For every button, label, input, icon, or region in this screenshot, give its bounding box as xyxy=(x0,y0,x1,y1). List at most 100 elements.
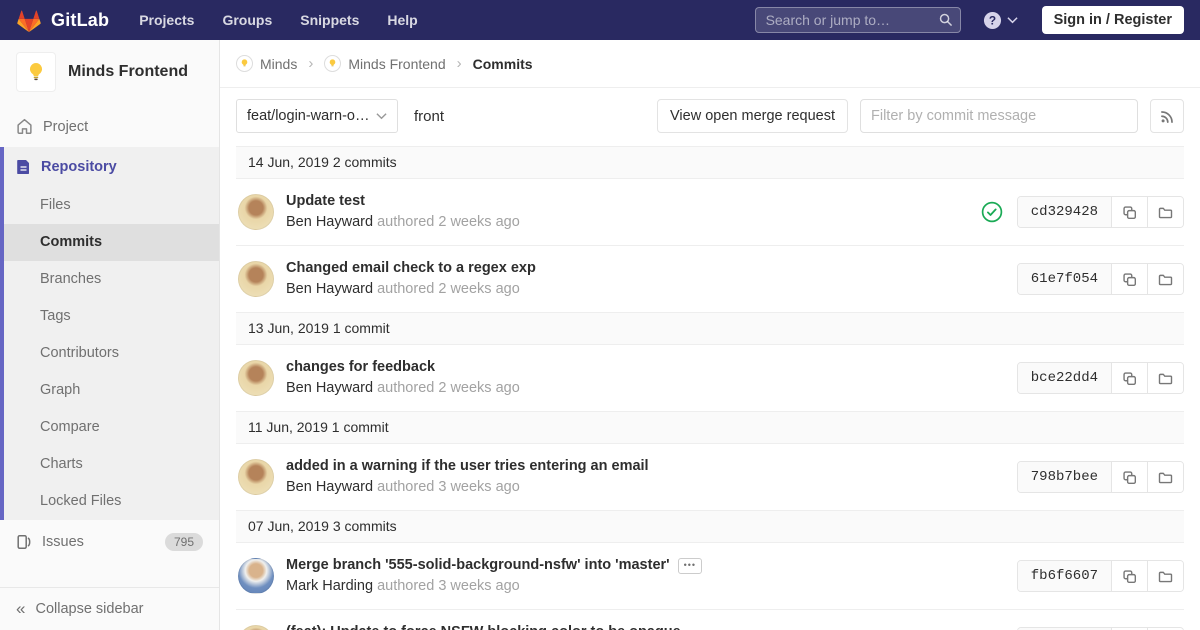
browse-files-button[interactable] xyxy=(1147,462,1183,492)
navbar-link-groups[interactable]: Groups xyxy=(222,12,272,28)
copy-sha-button[interactable] xyxy=(1111,264,1147,294)
sidebar-subitem-tags[interactable]: Tags xyxy=(4,298,219,335)
commit-authored-time: authored 3 weeks ago xyxy=(377,578,520,594)
commit-group: 07 Jun, 2019 3 commits Merge branch '555… xyxy=(236,510,1184,630)
sidebar-item-repository[interactable]: Repository xyxy=(4,147,219,187)
commit-author-link[interactable]: Ben Hayward xyxy=(286,380,373,396)
commit-sha-group: 798b7bee xyxy=(1016,461,1184,493)
commits-feed-button[interactable] xyxy=(1150,99,1184,133)
commit-info: Changed email check to a regex exp Ben H… xyxy=(286,259,536,299)
browse-files-button[interactable] xyxy=(1147,561,1183,591)
sidebar-subitem-compare[interactable]: Compare xyxy=(4,409,219,446)
svg-text:?: ? xyxy=(988,13,995,27)
author-avatar[interactable] xyxy=(238,459,274,495)
browse-files-button[interactable] xyxy=(1147,197,1183,227)
gitlab-home-link[interactable]: GitLab xyxy=(16,8,109,33)
commit-title-link[interactable]: Merge branch '555-solid-background-nsfw'… xyxy=(286,556,670,575)
sidebar-subitem-commits[interactable]: Commits xyxy=(4,224,219,261)
author-avatar[interactable] xyxy=(238,360,274,396)
commit-sha-group: 61e7f054 xyxy=(1016,263,1184,295)
commit-date-header: 13 Jun, 2019 1 commit xyxy=(236,312,1184,345)
main-content: Minds › Minds Frontend › Commits feat/lo… xyxy=(220,40,1200,630)
browse-files-button[interactable] xyxy=(1147,363,1183,393)
project-avatar xyxy=(16,52,56,92)
commit-author-link[interactable]: Ben Hayward xyxy=(286,281,373,297)
pipeline-status-passed-icon[interactable] xyxy=(981,201,1003,223)
author-avatar[interactable] xyxy=(238,625,274,630)
commit-sha-group: fb6f6607 xyxy=(1016,560,1184,592)
commit-title-link[interactable]: Changed email check to a regex exp xyxy=(286,259,536,278)
breadcrumb-current: Commits xyxy=(472,55,533,72)
breadcrumb-label: Minds Frontend xyxy=(348,55,446,72)
commit-sha-group: cd329428 xyxy=(1016,196,1184,228)
commit-sha-link[interactable]: fb6f6607 xyxy=(1017,561,1111,591)
filter-commit-message-input[interactable] xyxy=(860,99,1138,133)
sidebar-item-project[interactable]: Project xyxy=(0,106,219,147)
sidebar-item-issues[interactable]: Issues 795 xyxy=(0,520,219,564)
breadcrumb-item-minds[interactable]: Minds xyxy=(236,55,297,72)
browse-files-button[interactable] xyxy=(1147,264,1183,294)
collapse-sidebar-button[interactable]: « Collapse sidebar xyxy=(0,587,219,630)
commit-title-link[interactable]: changes for feedback xyxy=(286,358,435,377)
commit-sha-link[interactable]: bce22dd4 xyxy=(1017,363,1111,393)
author-avatar[interactable] xyxy=(238,194,274,230)
ellipsis-icon: ••• xyxy=(683,560,697,570)
folder-icon xyxy=(1158,470,1173,485)
search-input[interactable] xyxy=(754,7,961,33)
top-navbar: GitLab Projects Groups Snippets Help ? Sign… xyxy=(0,0,1200,40)
author-avatar[interactable] xyxy=(238,558,274,594)
commit-author-link[interactable]: Mark Harding xyxy=(286,578,373,594)
commit-row: changes for feedback Ben Hayward authore… xyxy=(236,345,1184,411)
commit-date-header: 07 Jun, 2019 3 commits xyxy=(236,510,1184,543)
copy-icon xyxy=(1122,569,1137,584)
commit-group-rows: Merge branch '555-solid-background-nsfw'… xyxy=(236,543,1184,630)
sidebar-subitem-contributors[interactable]: Contributors xyxy=(4,335,219,372)
commit-author-link[interactable]: Ben Hayward xyxy=(286,479,373,495)
navbar-link-snippets[interactable]: Snippets xyxy=(300,12,359,28)
navbar-link-help[interactable]: Help xyxy=(387,12,417,28)
branch-selector-dropdown[interactable]: feat/login-warn-o… xyxy=(236,99,398,133)
commit-sha-link[interactable]: cd329428 xyxy=(1017,197,1111,227)
sidebar-subitem-charts[interactable]: Charts xyxy=(4,446,219,483)
view-open-merge-request-button[interactable]: View open merge request xyxy=(657,99,848,133)
commit-sha-link[interactable]: 798b7bee xyxy=(1017,462,1111,492)
document-icon xyxy=(16,159,31,175)
commit-sha-link[interactable]: 61e7f054 xyxy=(1017,264,1111,294)
commit-title-link[interactable]: Update test xyxy=(286,192,365,211)
commit-title-link[interactable]: added in a warning if the user tries ent… xyxy=(286,457,649,476)
commit-actions: 798b7bee xyxy=(1016,461,1184,493)
copy-sha-button[interactable] xyxy=(1111,197,1147,227)
project-context-header[interactable]: Minds Frontend xyxy=(0,40,219,106)
sign-in-register-button[interactable]: Sign in / Register xyxy=(1041,6,1184,34)
author-avatar[interactable] xyxy=(238,261,274,297)
copy-icon xyxy=(1122,272,1137,287)
copy-sha-button[interactable] xyxy=(1111,462,1147,492)
commit-group-rows: added in a warning if the user tries ent… xyxy=(236,444,1184,510)
commit-row: added in a warning if the user tries ent… xyxy=(236,444,1184,510)
home-icon xyxy=(16,118,33,135)
issues-count-badge: 795 xyxy=(164,533,203,551)
copy-sha-button[interactable] xyxy=(1111,363,1147,393)
sidebar-subitem-branches[interactable]: Branches xyxy=(4,261,219,298)
navbar-right: ? Sign in / Register xyxy=(754,6,1184,34)
commit-info: Update test Ben Hayward authored 2 weeks… xyxy=(286,192,520,232)
copy-sha-button[interactable] xyxy=(1111,561,1147,591)
commit-title-link[interactable]: (feat): Update to force NSFW blocking co… xyxy=(286,623,685,630)
gitlab-commits-page: GitLab Projects Groups Snippets Help ? Sign… xyxy=(0,0,1200,630)
commit-actions: 61e7f054 xyxy=(1016,263,1184,295)
commit-authored-time: authored 2 weeks ago xyxy=(377,380,520,396)
sidebar-subitem-locked-files[interactable]: Locked Files xyxy=(4,483,219,520)
chevron-down-icon xyxy=(1006,16,1018,24)
help-menu-button[interactable]: ? xyxy=(983,11,1018,30)
sidebar-subitem-files[interactable]: Files xyxy=(4,187,219,224)
rss-icon xyxy=(1160,109,1175,124)
commit-row: Changed email check to a regex exp Ben H… xyxy=(236,246,1184,312)
commit-description-toggle[interactable]: ••• xyxy=(677,557,703,574)
breadcrumb-item-minds-frontend[interactable]: Minds Frontend xyxy=(324,55,446,72)
commit-info: Merge branch '555-solid-background-nsfw'… xyxy=(286,556,703,596)
collapse-sidebar-label: Collapse sidebar xyxy=(35,601,144,617)
commit-author-link[interactable]: Ben Hayward xyxy=(286,214,373,230)
navbar-link-projects[interactable]: Projects xyxy=(139,12,194,28)
sidebar-subitem-graph[interactable]: Graph xyxy=(4,372,219,409)
folder-icon xyxy=(1158,371,1173,386)
